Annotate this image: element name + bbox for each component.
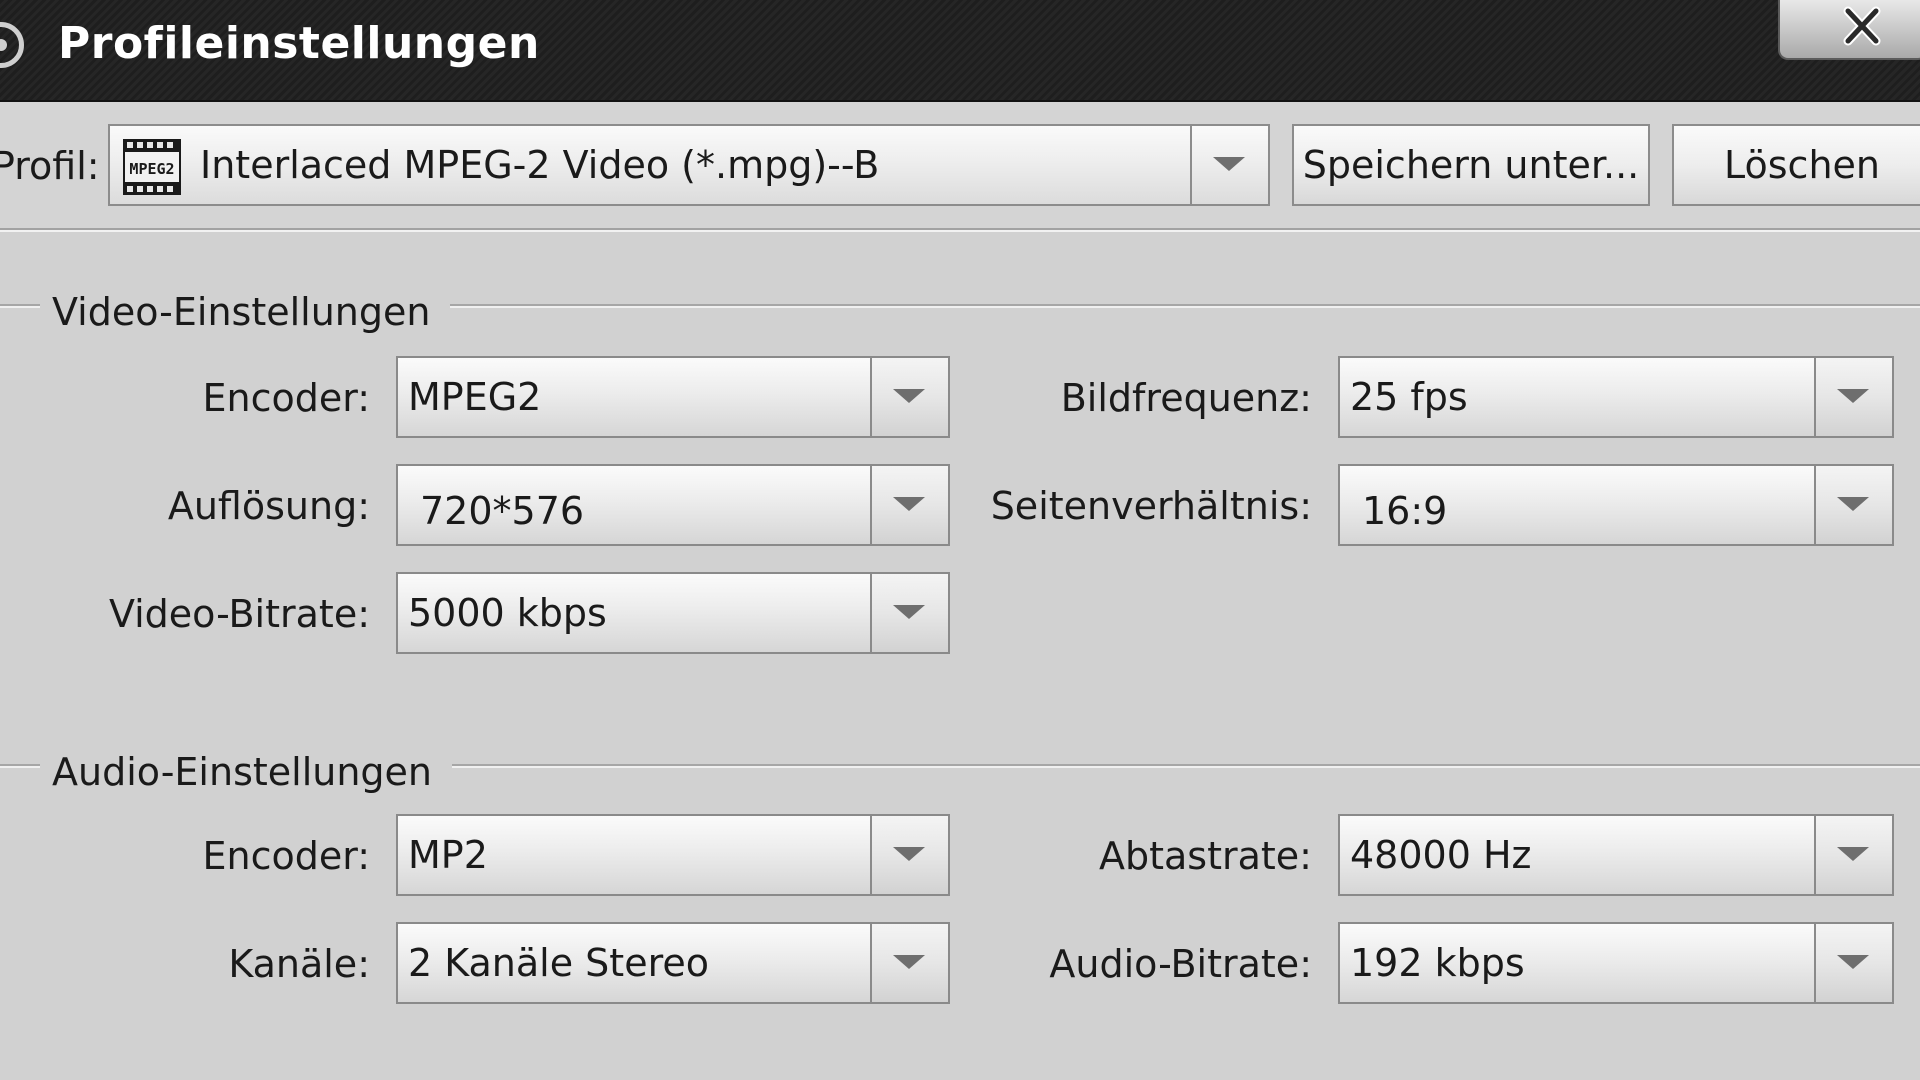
chevron-down-icon: [893, 605, 925, 619]
video-bitrate-value: 5000 kbps: [408, 591, 607, 635]
sample-rate-value: 48000 Hz: [1350, 833, 1532, 877]
profile-dropdown-button[interactable]: [1190, 126, 1268, 204]
chevron-down-icon: [893, 497, 925, 511]
close-icon: [1843, 6, 1881, 46]
window-title: Profileinstellungen: [58, 18, 540, 69]
channels-dropdown-button[interactable]: [870, 924, 948, 1002]
framerate-dropdown-button[interactable]: [1814, 358, 1892, 436]
aspect-ratio-dropdown[interactable]: 16:9: [1338, 464, 1894, 546]
chevron-down-icon: [893, 955, 925, 969]
aspect-ratio-value: 16:9: [1362, 489, 1448, 533]
framerate-dropdown[interactable]: 25 fps: [1338, 356, 1894, 438]
profile-label: Profil:: [0, 144, 100, 188]
profile-dropdown[interactable]: MPEG2 Interlaced MPEG-2 Video (*.mpg)--B: [108, 124, 1270, 206]
audio-bitrate-value: 192 kbps: [1350, 941, 1525, 985]
channels-dropdown[interactable]: 2 Kanäle Stereo: [396, 922, 950, 1004]
framerate-label: Bildfrequenz:: [1060, 376, 1312, 420]
close-button[interactable]: [1778, 0, 1920, 60]
sample-rate-dropdown-button[interactable]: [1814, 816, 1892, 894]
mpeg-icon-text: MPEG2: [129, 160, 174, 178]
title-bar[interactable]: Profileinstellungen: [0, 0, 1920, 102]
disc-icon: [0, 22, 24, 68]
video-bitrate-label: Video-Bitrate:: [108, 592, 370, 636]
profile-settings-dialog: Profileinstellungen Profil: MPEG2 Interl…: [0, 0, 1920, 1080]
audio-encoder-dropdown[interactable]: MP2: [396, 814, 950, 896]
chevron-down-icon: [1213, 157, 1245, 171]
video-encoder-label: Encoder:: [202, 376, 371, 420]
chevron-down-icon: [893, 847, 925, 861]
video-encoder-value: MPEG2: [408, 375, 542, 419]
video-encoder-dropdown-button[interactable]: [870, 358, 948, 436]
profile-selected-value: Interlaced MPEG-2 Video (*.mpg)--B: [200, 143, 880, 187]
chevron-down-icon: [1837, 389, 1869, 403]
chevron-down-icon: [1837, 497, 1869, 511]
audio-bitrate-dropdown-button[interactable]: [1814, 924, 1892, 1002]
toolbar-divider: [0, 228, 1920, 232]
aspect-ratio-label: Seitenverhältnis:: [990, 484, 1312, 528]
video-bitrate-dropdown-button[interactable]: [870, 574, 948, 652]
resolution-value: 720*576: [420, 489, 585, 533]
chevron-down-icon: [1837, 955, 1869, 969]
sample-rate-label: Abtastrate:: [1099, 834, 1312, 878]
audio-encoder-value: MP2: [408, 833, 488, 877]
framerate-value: 25 fps: [1350, 375, 1468, 419]
audio-bitrate-label: Audio-Bitrate:: [1049, 942, 1312, 986]
channels-label: Kanäle:: [228, 942, 370, 986]
mpeg-file-icon: MPEG2: [123, 139, 181, 195]
resolution-dropdown[interactable]: 720*576: [396, 464, 950, 546]
video-group-title: Video-Einstellungen: [40, 284, 451, 340]
chevron-down-icon: [893, 389, 925, 403]
video-encoder-dropdown[interactable]: MPEG2: [396, 356, 950, 438]
audio-encoder-label: Encoder:: [202, 834, 371, 878]
channels-value: 2 Kanäle Stereo: [408, 941, 709, 985]
audio-encoder-dropdown-button[interactable]: [870, 816, 948, 894]
video-bitrate-dropdown[interactable]: 5000 kbps: [396, 572, 950, 654]
sample-rate-dropdown[interactable]: 48000 Hz: [1338, 814, 1894, 896]
audio-bitrate-dropdown[interactable]: 192 kbps: [1338, 922, 1894, 1004]
audio-group-title: Audio-Einstellungen: [40, 744, 453, 800]
aspect-ratio-dropdown-button[interactable]: [1814, 466, 1892, 544]
resolution-dropdown-button[interactable]: [870, 466, 948, 544]
save-as-button[interactable]: Speichern unter...: [1292, 124, 1650, 206]
chevron-down-icon: [1837, 847, 1869, 861]
delete-button[interactable]: Löschen: [1672, 124, 1920, 206]
resolution-label: Auflösung:: [167, 484, 370, 528]
